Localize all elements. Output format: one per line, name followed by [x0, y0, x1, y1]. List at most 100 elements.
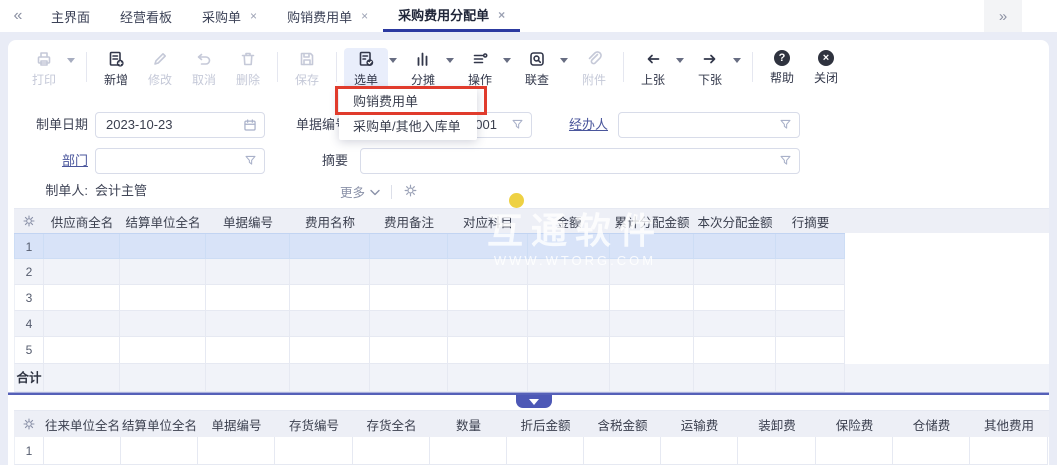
- grid-cell[interactable]: [44, 337, 120, 364]
- grid-cell[interactable]: [448, 259, 528, 285]
- previous-doc-dropdown-caret[interactable]: [676, 58, 684, 63]
- close-icon[interactable]: ×: [498, 8, 505, 22]
- row-number[interactable]: 5: [14, 337, 44, 364]
- table-row[interactable]: 4: [14, 311, 845, 337]
- grid-cell[interactable]: [610, 311, 694, 337]
- grid-cell[interactable]: [120, 285, 206, 311]
- linked-query-dropdown-caret[interactable]: [560, 58, 568, 63]
- grid-cell[interactable]: [370, 337, 448, 364]
- grid-cell[interactable]: [290, 285, 370, 311]
- tab-dashboard[interactable]: 经营看板: [105, 0, 187, 32]
- save-button[interactable]: 保存: [285, 48, 329, 91]
- grid-cell[interactable]: [121, 437, 198, 465]
- delete-button[interactable]: 删除: [226, 48, 270, 91]
- grid-cell[interactable]: [370, 234, 448, 259]
- linked-query-button[interactable]: 联查: [515, 48, 559, 91]
- tab-purchase-order[interactable]: 采购单×: [187, 0, 272, 32]
- grid-cell[interactable]: [370, 311, 448, 337]
- grid-cell[interactable]: [610, 259, 694, 285]
- table-row[interactable]: 3: [14, 285, 845, 311]
- filter-icon[interactable]: [511, 118, 524, 136]
- grid-cell[interactable]: [290, 311, 370, 337]
- grid-cell[interactable]: [610, 364, 694, 392]
- collapse-panel-handle[interactable]: [516, 395, 552, 408]
- grid-cell[interactable]: [120, 234, 206, 259]
- grid-cell[interactable]: [448, 285, 528, 311]
- grid-cell[interactable]: [206, 337, 290, 364]
- close-icon[interactable]: ×: [250, 9, 257, 23]
- row-number[interactable]: 4: [14, 311, 44, 337]
- grid-cell[interactable]: [120, 259, 206, 285]
- tab-expense-bill[interactable]: 购销费用单×: [272, 0, 383, 32]
- summary-field[interactable]: [360, 148, 800, 174]
- row-number[interactable]: 3: [14, 285, 44, 311]
- allocate-button[interactable]: 分摊: [401, 48, 445, 91]
- grid-cell[interactable]: [448, 337, 528, 364]
- grid-cell[interactable]: [776, 364, 845, 392]
- table-row[interactable]: 5: [14, 337, 845, 364]
- tabs-expand-icon[interactable]: »: [984, 0, 1022, 32]
- grid-cell[interactable]: [661, 437, 738, 465]
- grid-cell[interactable]: [776, 285, 845, 311]
- tab-purchase-expense-allocation[interactable]: 采购费用分配单×: [383, 0, 520, 32]
- grid-cell[interactable]: [44, 259, 120, 285]
- grid-cell[interactable]: [448, 234, 528, 259]
- grid-cell[interactable]: [970, 437, 1048, 465]
- grid-cell[interactable]: [290, 234, 370, 259]
- filter-icon[interactable]: [779, 118, 792, 136]
- column-settings-gear-icon[interactable]: [14, 214, 44, 228]
- more-toggle[interactable]: 更多: [340, 182, 418, 201]
- close-icon[interactable]: ×: [361, 9, 368, 23]
- grid-cell[interactable]: [528, 285, 610, 311]
- grid-cell[interactable]: [694, 259, 776, 285]
- new-button[interactable]: 新增: [94, 48, 138, 91]
- grid-cell[interactable]: [198, 437, 275, 465]
- calendar-icon[interactable]: [243, 118, 257, 137]
- grid-cell[interactable]: [448, 311, 528, 337]
- grid-cell[interactable]: [448, 364, 528, 392]
- menu-item-purchase-or-other-inbound[interactable]: 采购单/其他入库单: [339, 114, 477, 139]
- form-settings-gear-icon[interactable]: [403, 183, 418, 201]
- grid-cell[interactable]: [528, 234, 610, 259]
- table-row[interactable]: 1: [14, 437, 1048, 465]
- doc-date-field[interactable]: 2023-10-23: [95, 112, 265, 138]
- table-row[interactable]: 1: [14, 233, 845, 259]
- row-number[interactable]: 2: [14, 259, 44, 285]
- grid-cell[interactable]: [275, 437, 353, 465]
- grid-cell[interactable]: [44, 364, 120, 392]
- menu-item-expense-bill[interactable]: 购销费用单: [339, 89, 477, 114]
- help-button[interactable]: ? 帮助: [760, 48, 804, 89]
- grid-cell[interactable]: [584, 437, 661, 465]
- select-order-dropdown-caret[interactable]: [389, 58, 397, 63]
- grid-cell[interactable]: [528, 259, 610, 285]
- grid-cell[interactable]: [694, 285, 776, 311]
- tab-home[interactable]: 主界面: [36, 0, 105, 32]
- grid-cell[interactable]: [528, 364, 610, 392]
- grid-cell[interactable]: [206, 259, 290, 285]
- grid-cell[interactable]: [206, 364, 290, 392]
- grid-cell[interactable]: [694, 234, 776, 259]
- grid-cell[interactable]: [206, 234, 290, 259]
- print-button[interactable]: 打印: [22, 48, 66, 91]
- column-settings-gear-icon[interactable]: [14, 417, 44, 431]
- grid-cell[interactable]: [816, 437, 893, 465]
- grid-cell[interactable]: [610, 285, 694, 311]
- table-row[interactable]: 2: [14, 259, 845, 285]
- next-doc-dropdown-caret[interactable]: [733, 58, 741, 63]
- grid-cell[interactable]: [430, 437, 507, 465]
- grid-cell[interactable]: [290, 364, 370, 392]
- grid-cell[interactable]: [528, 337, 610, 364]
- department-field[interactable]: [95, 148, 265, 174]
- grid-cell[interactable]: [370, 285, 448, 311]
- next-doc-button[interactable]: 下张: [688, 48, 732, 91]
- grid-cell[interactable]: [610, 234, 694, 259]
- grid-cell[interactable]: [370, 259, 448, 285]
- cancel-button[interactable]: 取消: [182, 48, 226, 91]
- tabs-collapse-icon[interactable]: «: [0, 0, 36, 32]
- operate-dropdown-caret[interactable]: [503, 58, 511, 63]
- grid-cell[interactable]: [44, 234, 120, 259]
- grid-cell[interactable]: [776, 259, 845, 285]
- select-order-button[interactable]: 选单: [344, 48, 388, 91]
- row-number[interactable]: 1: [14, 234, 44, 259]
- grid-cell[interactable]: [44, 437, 121, 465]
